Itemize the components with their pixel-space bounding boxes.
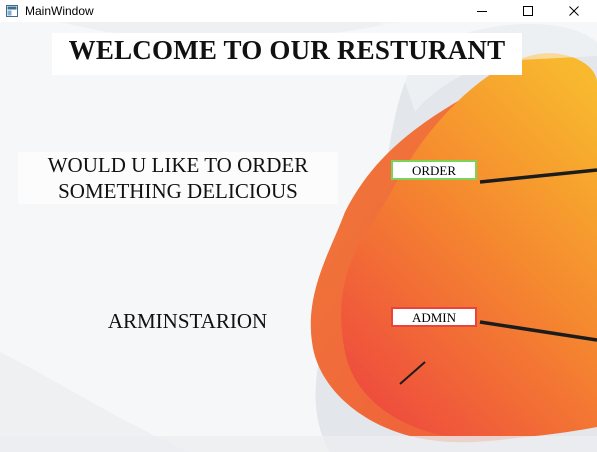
minimize-button[interactable]: [459, 0, 505, 22]
maximize-button[interactable]: [505, 0, 551, 22]
order-prompt: WOULD U LIKE TO ORDER SOMETHING DELICIOU…: [18, 152, 338, 204]
client-area: WELCOME TO OUR RESTURANT WOULD U LIKE TO…: [0, 22, 597, 452]
title-bar[interactable]: MainWindow: [0, 0, 597, 22]
maximize-icon: [523, 6, 533, 16]
order-prompt-line-2: SOMETHING DELICIOUS: [58, 179, 298, 203]
order-button[interactable]: ORDER: [391, 160, 477, 180]
app-icon: [6, 5, 18, 17]
main-window: MainWindow WELCOME TO OUR RESTURANT WOUL…: [0, 0, 597, 452]
admin-button[interactable]: ADMIN: [391, 307, 477, 327]
order-prompt-line-1: WOULD U LIKE TO ORDER: [47, 153, 309, 177]
minimize-icon: [477, 11, 487, 12]
background-art: [0, 22, 597, 452]
close-button[interactable]: [551, 0, 597, 22]
admin-label: ARMINSTARION: [107, 309, 268, 333]
welcome-heading: WELCOME TO OUR RESTURANT: [52, 33, 522, 75]
window-title: MainWindow: [25, 4, 94, 18]
close-icon: [569, 6, 579, 16]
